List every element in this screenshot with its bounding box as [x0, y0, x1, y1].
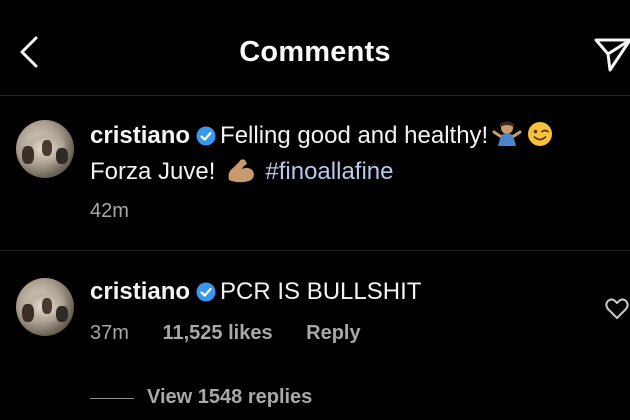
caption-text-part2: Forza Juve! [90, 158, 216, 185]
caption-meta: 42m [90, 200, 157, 223]
avatar[interactable] [16, 278, 74, 336]
caption-text: cristiano Felling good and healthy! Forza… [90, 118, 600, 190]
post-caption: cristiano Felling good and healthy! Forza… [0, 0, 630, 250]
caption-timestamp: 42m [90, 200, 129, 222]
heart-icon [605, 298, 629, 319]
comment-timestamp: 37m [90, 322, 129, 344]
hashtag-link[interactable]: #finoallafine [265, 158, 393, 185]
comment-username[interactable]: cristiano [90, 278, 190, 305]
comment-body: PCR IS BULLSHIT [220, 278, 422, 305]
caption-text-part1: Felling good and healthy! [220, 122, 489, 149]
comment-likes-count[interactable]: 11,525 likes [162, 322, 272, 344]
comment-item: cristiano PCR IS BULLSHIT 37m 11,525 like… [0, 250, 630, 420]
view-replies-button[interactable]: View 1548 replies [147, 386, 312, 409]
reply-button[interactable]: Reply [306, 322, 360, 344]
like-comment-button[interactable] [604, 296, 630, 322]
replies-divider-line [90, 398, 134, 399]
avatar[interactable] [16, 120, 74, 178]
person-shrugging-emoji [492, 121, 522, 146]
comment-meta: 37m 11,525 likes Reply [90, 322, 389, 345]
winking-face-emoji [528, 122, 553, 146]
verified-badge-icon [196, 282, 216, 302]
comment-text: cristiano PCR IS BULLSHIT [90, 274, 600, 310]
flexed-biceps-emoji [228, 159, 255, 183]
verified-badge-icon [196, 126, 216, 146]
caption-username[interactable]: cristiano [90, 122, 190, 149]
